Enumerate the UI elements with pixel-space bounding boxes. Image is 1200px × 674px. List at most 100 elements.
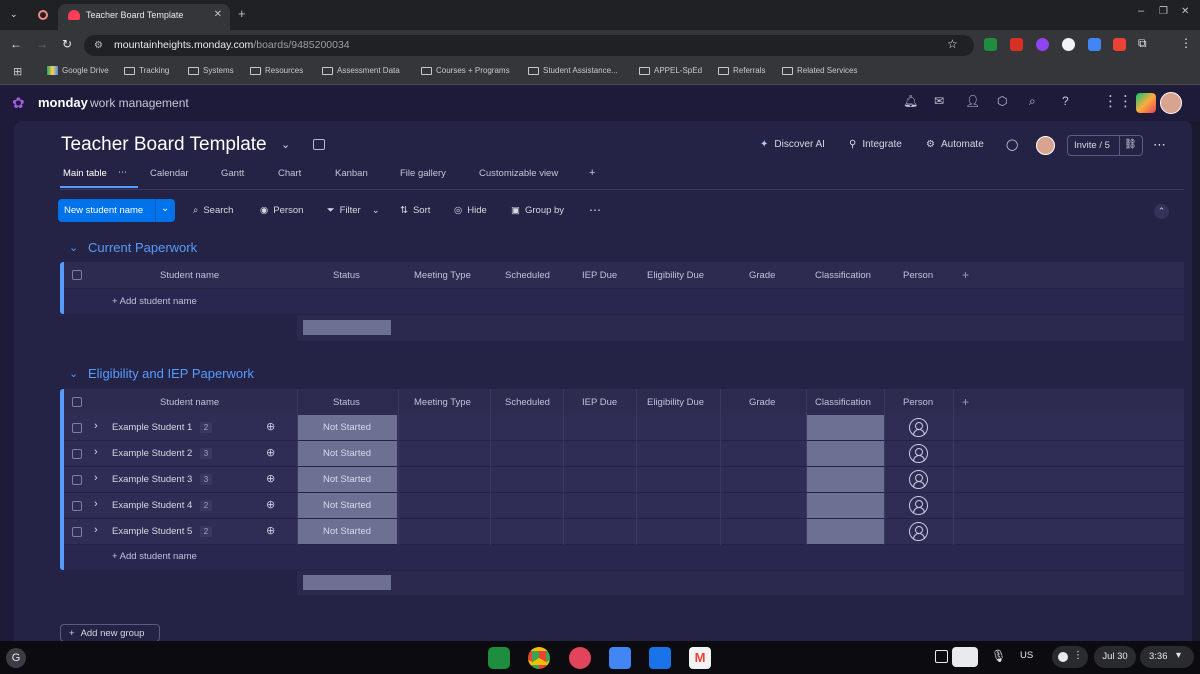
col-header-eligibility-due[interactable]: Eligibility Due [647, 397, 704, 408]
row-checkbox[interactable] [72, 501, 82, 511]
col-header-status[interactable]: Status [333, 397, 360, 408]
board-owner-avatar[interactable] [1036, 136, 1055, 155]
bookmark-google-drive[interactable]: Google Drive [47, 66, 109, 75]
classification-cell[interactable] [806, 441, 884, 466]
add-column-icon[interactable]: + [962, 395, 969, 409]
table-row[interactable] [64, 493, 1184, 518]
col-header-person[interactable]: Person [903, 397, 933, 408]
col-header-meeting-type[interactable]: Meeting Type [414, 397, 471, 408]
group-title-eligibility-iep[interactable]: Eligibility and IEP Paperwork [88, 366, 254, 381]
apps-marketplace-icon[interactable]: ⬡ [997, 94, 1007, 108]
tab-customizable-view[interactable]: Customizable view [479, 168, 558, 179]
apps-grid-icon[interactable]: ⊞ [13, 65, 22, 78]
select-all-checkbox[interactable] [72, 270, 82, 280]
collapse-header-icon[interactable]: ⌃ [1154, 204, 1169, 219]
student-name[interactable]: Example Student 1 [112, 422, 192, 433]
inbox-icon[interactable]: ✉ [934, 94, 944, 108]
status-cell[interactable]: Not Started [297, 441, 397, 466]
main-table-more-icon[interactable]: ⋯ [118, 167, 127, 178]
expand-subitems-chevron-icon[interactable]: › [94, 472, 98, 484]
new-item-dropdown-icon[interactable]: ⌄ [161, 203, 169, 214]
status-cell[interactable]: Not Started [297, 493, 397, 518]
bookmark-referrals[interactable]: Referrals [718, 66, 765, 75]
chrome-icon[interactable] [528, 647, 550, 669]
status-cell[interactable]: Not Started [297, 519, 397, 544]
col-header-iep-due[interactable]: IEP Due [582, 270, 617, 281]
table-row[interactable] [64, 441, 1184, 466]
expand-subitems-chevron-icon[interactable]: › [94, 524, 98, 536]
add-item-input[interactable]: + Add student name [112, 551, 197, 562]
files-icon[interactable] [649, 647, 671, 669]
person-avatar-icon[interactable] [909, 444, 928, 463]
add-update-icon[interactable]: ⊕ [266, 524, 275, 537]
toolbar-more-icon[interactable]: ⋯ [589, 203, 601, 217]
status-cell[interactable]: Not Started [297, 467, 397, 492]
paint-app-icon[interactable] [569, 647, 591, 669]
extension-blue-icon[interactable] [1088, 38, 1101, 51]
clock-pill[interactable]: 3:36 ▾ [1140, 646, 1194, 668]
forward-icon[interactable]: → [36, 37, 48, 51]
back-icon[interactable]: ← [10, 37, 22, 51]
bookmark-courses-programs[interactable]: Courses + Programs [421, 66, 510, 75]
col-header-scheduled[interactable]: Scheduled [505, 397, 550, 408]
google-docs-icon[interactable] [609, 647, 631, 669]
add-view-icon[interactable]: + [589, 167, 595, 179]
add-column-icon[interactable]: + [962, 268, 969, 282]
google-classroom-icon[interactable] [488, 647, 510, 669]
extension-white-icon[interactable] [1062, 38, 1075, 51]
reload-icon[interactable]: ↻ [62, 37, 72, 51]
group-collapse-chevron-icon[interactable]: ⌄ [69, 241, 78, 254]
microphone-icon[interactable]: 🎙︎ [991, 649, 1006, 663]
extension-pdf-icon[interactable] [1010, 38, 1023, 51]
bookmark-star-icon[interactable]: ☆ [947, 37, 958, 51]
bookmark-related-services[interactable]: Related Services [782, 66, 857, 75]
tab-calendar[interactable]: Calendar [150, 168, 189, 179]
search-button[interactable]: ⌕ Search [193, 205, 233, 216]
minimize-icon[interactable]: – [1138, 5, 1144, 17]
bookmark-appel-sped[interactable]: APPEL-SpEd [639, 66, 702, 75]
search-everything-icon[interactable]: ⌕ [1029, 94, 1036, 109]
person-filter-button[interactable]: ◉ Person [260, 205, 303, 216]
classification-cell[interactable] [806, 493, 884, 518]
subitems-count-badge[interactable]: 2 [200, 422, 212, 433]
tab-gantt[interactable]: Gantt [221, 168, 244, 179]
tab-search-icon[interactable]: ⌄ [10, 9, 18, 20]
person-avatar-icon[interactable] [909, 470, 928, 489]
table-row[interactable] [64, 415, 1184, 440]
restore-icon[interactable]: ❐ [1159, 6, 1168, 17]
col-header-meeting-type[interactable]: Meeting Type [414, 270, 471, 281]
student-name[interactable]: Example Student 3 [112, 474, 192, 485]
col-header-classification[interactable]: Classification [815, 270, 871, 281]
bookmark-systems[interactable]: Systems [188, 66, 234, 75]
col-header-scheduled[interactable]: Scheduled [505, 270, 550, 281]
record-icon[interactable] [38, 10, 48, 20]
status-cell[interactable]: Not Started [297, 415, 397, 440]
tab-main-table[interactable]: Main table [63, 168, 107, 179]
col-header-status[interactable]: Status [333, 270, 360, 281]
browser-tab-active[interactable]: Teacher Board Template ✕ [58, 4, 230, 30]
screen-capture-icon[interactable] [935, 650, 948, 663]
row-checkbox[interactable] [72, 423, 82, 433]
close-window-icon[interactable]: ✕ [1181, 6, 1189, 17]
workspace-logo-icon[interactable] [1136, 93, 1156, 113]
bookmark-tracking[interactable]: Tracking [124, 66, 169, 75]
student-name[interactable]: Example Student 5 [112, 526, 192, 537]
new-item-button[interactable]: New student name ⌄ [58, 199, 175, 222]
col-header-eligibility-due[interactable]: Eligibility Due [647, 270, 704, 281]
sort-button[interactable]: ⇅ Sort [400, 205, 430, 216]
row-checkbox[interactable] [72, 449, 82, 459]
col-header-grade[interactable]: Grade [749, 270, 775, 281]
copy-link-icon[interactable]: ⛓ [1124, 139, 1137, 150]
person-avatar-icon[interactable] [909, 418, 928, 437]
select-all-checkbox[interactable] [72, 397, 82, 407]
table-row[interactable] [64, 519, 1184, 544]
subitems-count-badge[interactable]: 2 [200, 526, 212, 537]
expand-subitems-chevron-icon[interactable]: › [94, 498, 98, 510]
col-header-classification[interactable]: Classification [815, 397, 871, 408]
subitems-count-badge[interactable]: 3 [200, 448, 212, 459]
col-header-iep-due[interactable]: IEP Due [582, 397, 617, 408]
group-collapse-chevron-icon[interactable]: ⌄ [69, 367, 78, 380]
discover-ai-button[interactable]: ✦ Discover AI [760, 139, 825, 150]
col-header-grade[interactable]: Grade [749, 397, 775, 408]
board-more-icon[interactable]: ⋯ [1153, 137, 1166, 153]
